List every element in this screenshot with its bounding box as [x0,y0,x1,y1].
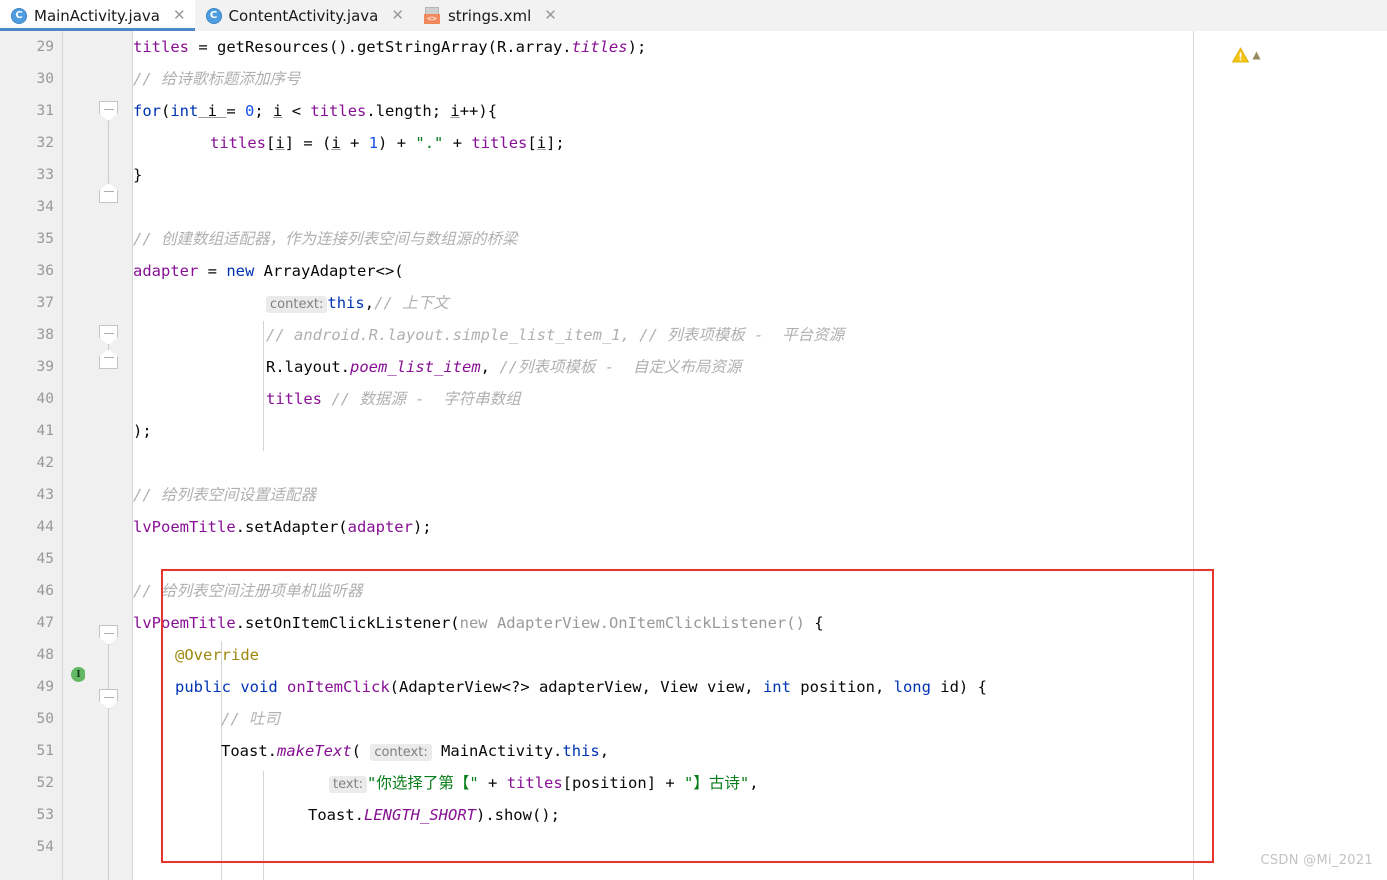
xml-resource-icon: <> [423,7,441,24]
line-number: 54 [36,839,54,855]
code-line-50: // 吐司 [221,710,281,728]
code-line-36: adapter = new ArrayAdapter<>( [133,262,404,280]
gutter-marker-column: I [63,31,98,880]
java-class-icon: C [11,7,27,24]
inlay-hint-text[interactable]: text: [329,776,368,793]
line-number: 43 [36,487,54,503]
code-line-51: Toast.makeText( context: MainActivity.th… [221,742,610,761]
line-number: 36 [36,263,54,279]
warning-small-icon[interactable] [1252,51,1261,60]
line-number: 33 [36,167,54,183]
code-line-38: // android.R.layout.simple_list_item_1, … [266,326,845,344]
line-number: 52 [36,775,54,791]
code-line-46: // 给列表空间注册项单机监听器 [133,582,363,600]
code-line-33: } [133,166,143,184]
implements-method-icon[interactable]: I [71,667,86,682]
code-editor[interactable]: 29 30 31 32 33 34 35 36 37 38 39 40 41 4… [0,31,1387,880]
fold-marker-collapse[interactable] [99,325,118,345]
line-number: 39 [36,359,54,375]
editor-tab-bar: C MainActivity.java ✕ C ContentActivity.… [0,0,1387,31]
line-number: 50 [36,711,54,727]
line-number: 48 [36,647,54,663]
code-line-31: for(int i = 0; i < titles.length; i++){ [133,102,498,120]
code-text-area[interactable]: titles = getResources().getStringArray(R… [133,31,1387,880]
code-line-30: // 给诗歌标题添加序号 [133,70,301,88]
code-line-49: public void onItemClick(AdapterView<?> a… [175,678,987,696]
line-number-gutter: 29 30 31 32 33 34 35 36 37 38 39 40 41 4… [0,31,63,880]
line-number: 30 [36,71,54,87]
line-number: 53 [36,807,54,823]
line-number: 31 [36,103,54,119]
code-line-32: titles[i] = (i + 1) + "." + titles[i]; [210,134,565,152]
code-line-44: lvPoemTitle.setAdapter(adapter); [133,518,432,536]
override-annotation: @Override [175,646,259,664]
tab-close-icon[interactable]: ✕ [544,8,557,23]
line-number: 37 [36,295,54,311]
tab-close-icon[interactable]: ✕ [391,8,404,23]
java-class-icon: C [205,7,222,24]
fold-marker-collapse[interactable] [99,625,118,645]
fold-marker-end[interactable] [99,349,118,369]
tab-label: ContentActivity.java [228,6,379,25]
code-line-48: @Override [133,639,259,671]
code-line-53: Toast.LENGTH_SHORT).show(); [308,806,560,824]
line-number: 45 [36,551,54,567]
code-line-41: ); [133,422,152,440]
line-number: 47 [36,615,54,631]
line-number: 40 [36,391,54,407]
code-line-47: lvPoemTitle.setOnItemClickListener(new A… [133,614,824,632]
line-number: 42 [36,455,54,471]
fold-marker-collapse[interactable] [99,689,118,709]
tab-strings-xml[interactable]: <> strings.xml ✕ [412,0,566,31]
watermark-text: CSDN @Mi_2021 [1260,853,1373,868]
line-number: 51 [36,743,54,759]
tab-close-icon[interactable]: ✕ [173,8,186,23]
line-number: 44 [36,519,54,535]
code-line-43: // 给列表空间设置适配器 [133,486,317,504]
code-line-39: R.layout.poem_list_item, //列表项模板 - 自定义布局… [266,358,742,376]
warning-triangle-icon[interactable] [1232,47,1249,63]
code-line-52: text: "你选择了第【" + titles[position] + "】古诗"… [133,767,759,799]
inlay-hint-context[interactable]: context: [370,744,432,761]
line-number: 41 [36,423,54,439]
line-number: 38 [36,327,54,343]
line-number: 34 [36,199,54,215]
line-number: 32 [36,135,54,151]
code-line-35: // 创建数组适配器，作为连接列表空间与数组源的桥梁 [133,230,518,248]
fold-marker-end[interactable] [99,183,118,203]
fold-marker-collapse[interactable] [99,101,118,121]
inlay-hint-context[interactable]: context: [266,296,328,313]
code-folding-column [85,31,133,880]
code-line-29: titles = getResources().getStringArray(R… [133,38,647,56]
tab-label: strings.xml [447,6,532,25]
line-number: 35 [36,231,54,247]
ide-editor-window: C MainActivity.java ✕ C ContentActivity.… [0,0,1387,880]
tab-mainactivity-java[interactable]: C MainActivity.java ✕ [0,0,195,31]
code-line-37: context: this,// 上下文 [133,287,449,319]
tab-label: MainActivity.java [34,6,160,25]
tab-contentactivity-java[interactable]: C ContentActivity.java ✕ [194,0,413,31]
line-number: 49 [36,679,54,695]
line-number: 29 [36,39,54,55]
code-line-40: titles // 数据源 - 字符串数组 [266,390,521,408]
line-number: 46 [36,583,54,599]
